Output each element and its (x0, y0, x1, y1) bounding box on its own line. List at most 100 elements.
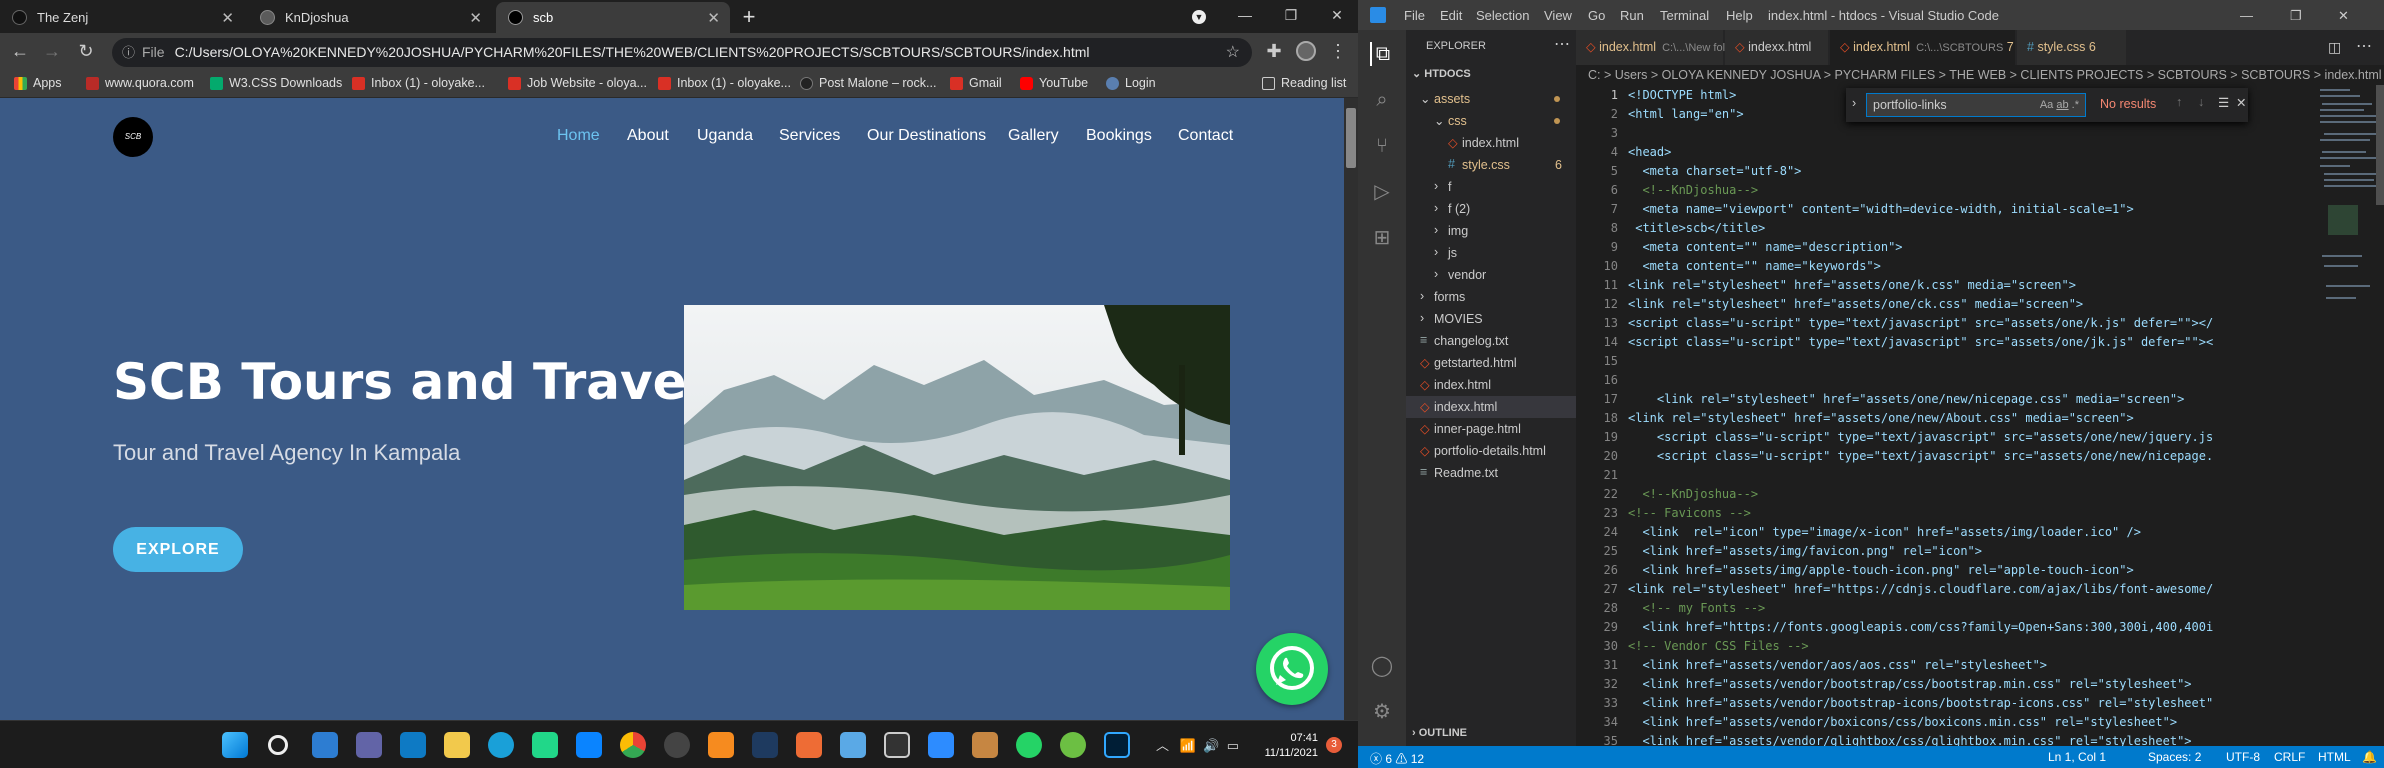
code-line[interactable]: <script class="u-script" type="text/java… (1628, 335, 2308, 349)
language-mode[interactable]: HTML (2318, 750, 2351, 764)
notifications-bell-icon[interactable]: 🔔 (2362, 750, 2377, 764)
tree-item[interactable]: › forms (1406, 286, 1576, 308)
bookmark-post-malone[interactable]: Post Malone – rock... (800, 76, 936, 90)
search-icon[interactable] (268, 735, 288, 755)
page-scrollbar[interactable] (1344, 98, 1358, 720)
editor-more-icon[interactable]: ⋯ (2356, 36, 2372, 56)
code-line[interactable]: <script class="u-script" type="text/java… (1628, 430, 2308, 444)
code-line[interactable]: <link href="assets/vendor/boxicons/css/b… (1628, 715, 2308, 729)
tab-kndjoshua[interactable]: KnDjoshua ✕ (248, 2, 492, 33)
explore-button[interactable]: EXPLORE (113, 527, 243, 572)
bookmark-youtube[interactable]: YouTube (1020, 76, 1088, 90)
code-line[interactable]: <!-- Vendor CSS Files --> (1628, 639, 2308, 653)
problems-indicator[interactable]: ⓧ 6 ⚠ 12 (1370, 750, 1424, 767)
restore-icon[interactable]: ❐ (2290, 8, 2302, 24)
notepad-icon[interactable] (840, 732, 866, 758)
system-tray[interactable]: ︿ 📶 🔊 ▭ (1156, 735, 1239, 754)
nav-gallery[interactable]: Gallery (1008, 127, 1059, 145)
close-window-icon[interactable]: ✕ (2338, 8, 2349, 24)
editor-tab-index-newfolder[interactable]: ◇ index.htmlC:\...\New folder 5 (1576, 30, 1751, 65)
editor-tab-indexx[interactable]: ◇ indexx.html (1725, 30, 1829, 65)
bookmark-gmail[interactable]: Gmail (950, 76, 1002, 90)
workspace-root[interactable]: ⌄ HTDOCS (1412, 67, 1471, 80)
task-view-icon[interactable] (312, 732, 338, 758)
tree-item[interactable]: ◇ index.html (1406, 132, 1576, 154)
site-logo[interactable]: SCB (113, 117, 153, 157)
reading-list-button[interactable]: Reading list (1262, 76, 1346, 90)
code-line[interactable]: <link href="https://fonts.googleapis.com… (1628, 620, 2308, 634)
tree-item[interactable]: ⌄ css (1406, 110, 1576, 132)
chevron-up-icon[interactable]: ︿ (1156, 738, 1169, 753)
close-window-icon[interactable]: ✕ (1314, 0, 1360, 30)
code-line[interactable]: <link rel="stylesheet" href="assets/one/… (1628, 278, 2308, 292)
explorer-icon[interactable]: ⧉ (1370, 42, 1394, 66)
nav-contact[interactable]: Contact (1178, 127, 1233, 145)
menu-file[interactable]: File (1404, 8, 1425, 23)
extensions-icon[interactable]: ✚ (1262, 41, 1286, 62)
bookmark-inbox-2[interactable]: Inbox (1) - oloyake... (658, 76, 791, 90)
reload-icon[interactable]: ↻ (74, 41, 98, 62)
photoshop-icon[interactable] (1104, 732, 1130, 758)
code-line[interactable]: <!--KnDjoshua--> (1628, 487, 2308, 501)
minimize-icon[interactable]: — (2240, 8, 2253, 23)
tab-search-icon[interactable]: ▼ (1176, 0, 1222, 30)
find-input[interactable]: portfolio-links Aa ab .* (1866, 93, 2086, 117)
outline-section[interactable]: › OUTLINE (1412, 727, 1467, 739)
menu-go[interactable]: Go (1588, 8, 1605, 23)
next-match-icon[interactable]: ↓ (2198, 95, 2204, 109)
code-line[interactable]: <meta charset="utf-8"> (1628, 164, 2308, 178)
close-find-icon[interactable]: ✕ (2236, 95, 2246, 110)
bookmark-apps[interactable]: Apps (14, 76, 62, 90)
editor-tab-style-css[interactable]: # style.css 6 (2017, 30, 2127, 65)
account-icon[interactable]: ◯ (1370, 654, 1394, 678)
notification-badge[interactable]: 3 (1326, 737, 1342, 753)
menu-terminal[interactable]: Terminal (1660, 8, 1709, 23)
tree-item[interactable]: ◇ indexx.html (1406, 396, 1576, 418)
chrome-menu-icon[interactable]: ⋮ (1326, 41, 1350, 62)
back-icon[interactable]: ← (8, 41, 32, 62)
code-line[interactable]: <meta content="" name="description"> (1628, 240, 2308, 254)
run-debug-icon[interactable]: ▷ (1370, 180, 1394, 204)
code-line[interactable]: <link href="assets/vendor/bootstrap-icon… (1628, 696, 2308, 710)
line-ending[interactable]: CRLF (2274, 750, 2305, 764)
app-icon[interactable] (972, 732, 998, 758)
code-line[interactable]: <script class="u-script" type="text/java… (1628, 316, 2308, 330)
source-control-icon[interactable]: ⑂ (1370, 134, 1394, 158)
encoding[interactable]: UTF-8 (2226, 750, 2260, 764)
close-tab-icon[interactable]: ✕ (221, 9, 234, 27)
find-in-selection-icon[interactable]: ☰ (2218, 95, 2229, 110)
bookmark-quora[interactable]: www.quora.com (86, 76, 194, 90)
tree-item[interactable]: ≡ changelog.txt (1406, 330, 1576, 352)
nav-services[interactable]: Services (779, 127, 840, 145)
bookmark-job-website[interactable]: Job Website - oloya... (508, 76, 647, 90)
chrome-profile-icon[interactable] (664, 732, 690, 758)
chrome-icon[interactable] (620, 732, 646, 758)
bookmark-star-icon[interactable]: ☆ (1226, 38, 1240, 67)
settings-gear-icon[interactable]: ⚙ (1370, 700, 1394, 724)
nav-home[interactable]: Home (557, 127, 600, 145)
whatsapp-chat-button[interactable] (1256, 633, 1328, 705)
tree-item[interactable]: › f (2) (1406, 198, 1576, 220)
tree-item[interactable]: ◇ inner-page.html (1406, 418, 1576, 440)
tree-item[interactable]: › img (1406, 220, 1576, 242)
tree-item[interactable]: ◇ getstarted.html (1406, 352, 1576, 374)
menu-help[interactable]: Help (1726, 8, 1753, 23)
tree-item[interactable]: › js (1406, 242, 1576, 264)
tree-item[interactable]: ◇ index.html (1406, 374, 1576, 396)
code-line[interactable]: <meta name="viewport" content="width=dev… (1628, 202, 2308, 216)
vlc-icon[interactable] (708, 732, 734, 758)
bookmark-login[interactable]: Login (1106, 76, 1156, 90)
tree-item[interactable]: ⌄ assets (1406, 88, 1576, 110)
code-line[interactable]: <link href="assets/vendor/bootstrap/css/… (1628, 677, 2308, 691)
menu-edit[interactable]: Edit (1440, 8, 1462, 23)
previous-match-icon[interactable]: ↑ (2176, 95, 2182, 109)
phone-link-icon[interactable] (884, 732, 910, 758)
tree-item[interactable]: › MOVIES (1406, 308, 1576, 330)
menu-view[interactable]: View (1544, 8, 1572, 23)
code-line[interactable]: <title>scb</title> (1628, 221, 2308, 235)
nav-uganda[interactable]: Uganda (697, 127, 753, 145)
clock[interactable]: 07:41 11/11/2021 (1244, 731, 1318, 761)
code-line[interactable]: <link rel="stylesheet" href="assets/one/… (1628, 411, 2308, 425)
bookmark-inbox-1[interactable]: Inbox (1) - oloyake... (352, 76, 485, 90)
app-icon[interactable] (796, 732, 822, 758)
